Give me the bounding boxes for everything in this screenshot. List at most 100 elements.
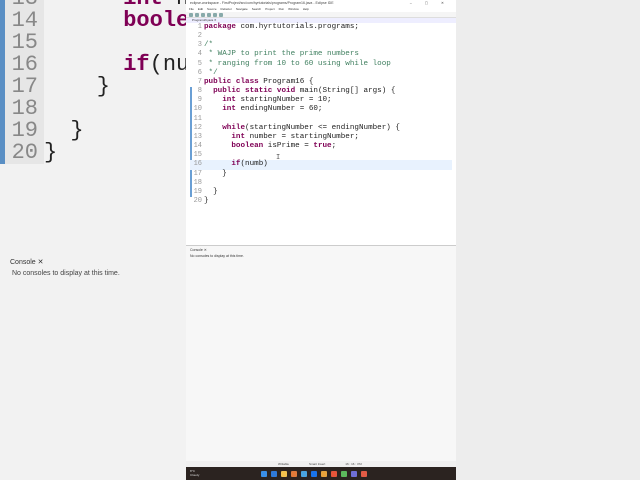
menu-run[interactable]: Run (279, 7, 285, 12)
zoomed-console-tab: Console ✕ (10, 259, 44, 266)
code-line: 17 } (190, 170, 452, 179)
keyword-token: while (222, 123, 246, 132)
line-number: 11 (193, 114, 202, 123)
keyword-token: public static void (213, 87, 296, 96)
line-number: 19 (193, 187, 202, 196)
keyword-token: int (222, 105, 236, 114)
weather-widget[interactable]: 8°C Cloudy (186, 469, 261, 477)
keyword-token: package (204, 23, 236, 31)
keyword-token: boolean (231, 142, 264, 151)
line-number: 7 (197, 77, 202, 86)
line-number: 6 (197, 68, 202, 77)
code-line: 4 * WAJP to print the prime numbers (190, 50, 452, 59)
comment-token: * WAJP to print the prime numbers (204, 50, 359, 59)
code-token: number = startingNumber; (245, 132, 359, 141)
save-icon[interactable] (195, 13, 199, 17)
zoomed-code-line: 18 (0, 98, 186, 120)
taskbar-app-icon[interactable] (321, 470, 327, 477)
code-token: (numb) (240, 160, 268, 169)
print-icon[interactable] (201, 13, 205, 17)
zoomed-code-line: 16 if(numb) (0, 54, 186, 76)
menu-project[interactable]: Project (265, 7, 274, 12)
menu-search[interactable]: Search (252, 7, 262, 12)
taskbar-app-icon[interactable] (271, 470, 277, 477)
keyword-token: true (313, 142, 332, 151)
taskbar-app-icon[interactable] (351, 470, 357, 477)
menu-source[interactable]: Source (207, 7, 217, 12)
line-number: 15 (193, 151, 202, 160)
blurred-background-left: 13 int number = startingNumber;14 boolea… (0, 0, 186, 480)
code-line: 11 (190, 115, 452, 124)
taskbar-app-icon[interactable] (291, 470, 297, 477)
menu-edit[interactable]: Edit (198, 7, 203, 12)
code-token: main(String[] args) { (295, 87, 396, 96)
line-number: 5 (197, 59, 202, 68)
line-number: 14 (193, 142, 202, 151)
debug-icon[interactable] (207, 13, 211, 17)
line-number: 10 (193, 105, 202, 114)
menu-file[interactable]: File (189, 7, 194, 12)
zoomed-code: 13 int number = startingNumber;14 boolea… (0, 0, 186, 164)
line-number: 4 (197, 50, 202, 59)
code-token: endingNumber = 60; (235, 105, 323, 114)
taskbar-app-icon[interactable] (311, 470, 317, 477)
line-number: 18 (0, 98, 44, 120)
window-title: eclipse-workspace - FirstProject/src/com… (190, 1, 334, 5)
window-controls[interactable]: – ▢ ✕ (410, 0, 456, 7)
code-token: } (44, 140, 58, 165)
taskbar-app-icon[interactable] (301, 470, 307, 477)
keyword-token: int (231, 132, 246, 141)
weather-desc: Cloudy (190, 472, 200, 477)
taskbar-app-icon[interactable] (361, 470, 367, 477)
code-token: ; (331, 142, 337, 151)
taskbar-app-icon[interactable] (281, 470, 287, 477)
code-token: } (204, 187, 218, 196)
code-token: } (44, 74, 111, 99)
code-line: 10 int endingNumber = 60; (190, 105, 452, 114)
line-number: 16 (0, 54, 44, 76)
zoomed-code-line: 19 } (0, 120, 186, 142)
line-number: 2 (197, 32, 202, 41)
taskbar-app-icon[interactable] (331, 470, 337, 477)
code-line: 9 int startingNumber = 10; (190, 96, 452, 105)
line-number: 17 (193, 169, 202, 178)
line-number: 3 (197, 41, 202, 50)
code-line: 6 */ (190, 69, 452, 78)
code-token: (numb) (149, 52, 186, 77)
menu-navigate[interactable]: Navigate (236, 7, 248, 12)
line-number: 17 (0, 76, 44, 98)
search-icon[interactable] (219, 13, 223, 17)
code-line: 8 public static void main(String[] args)… (190, 87, 452, 96)
taskbar-apps (261, 470, 367, 477)
eclipse-window: eclipse-workspace - FirstProject/src/com… (186, 0, 456, 480)
code-editor[interactable]: I 1 package com.hyrtutorials.programs; 2 3/… (190, 23, 452, 241)
code-line: 19 } (190, 188, 452, 197)
zoomed-console-message: No consoles to display at this time. (12, 270, 120, 277)
code-line: 16 if(numb) (190, 160, 452, 170)
keyword-token: public class (204, 77, 259, 86)
run-icon[interactable] (213, 13, 217, 17)
code-line: 15 (190, 151, 452, 160)
menu-help[interactable]: Help (303, 7, 309, 12)
code-line: 3/* (190, 41, 452, 50)
taskbar-app-icon[interactable] (341, 470, 347, 477)
title-bar: eclipse-workspace - FirstProject/src/com… (186, 0, 456, 7)
line-number: 12 (193, 123, 202, 132)
menu-window[interactable]: Window (288, 7, 299, 12)
code-line: 5 * ranging from 10 to 60 using while lo… (190, 60, 452, 69)
taskbar-app-icon[interactable] (261, 470, 267, 477)
line-number: 15 (0, 32, 44, 54)
new-icon[interactable] (189, 13, 193, 17)
zoomed-code-line: 20} (0, 142, 186, 164)
line-number: 16 (193, 160, 202, 169)
code-line: 13 int number = startingNumber; (190, 133, 452, 142)
console-tab[interactable]: Console ✕ (186, 246, 456, 254)
blurred-background-right (455, 0, 640, 480)
code-token: (startingNumber <= endingNumber) { (245, 123, 400, 132)
menu-refactor[interactable]: Refactor (221, 7, 232, 12)
